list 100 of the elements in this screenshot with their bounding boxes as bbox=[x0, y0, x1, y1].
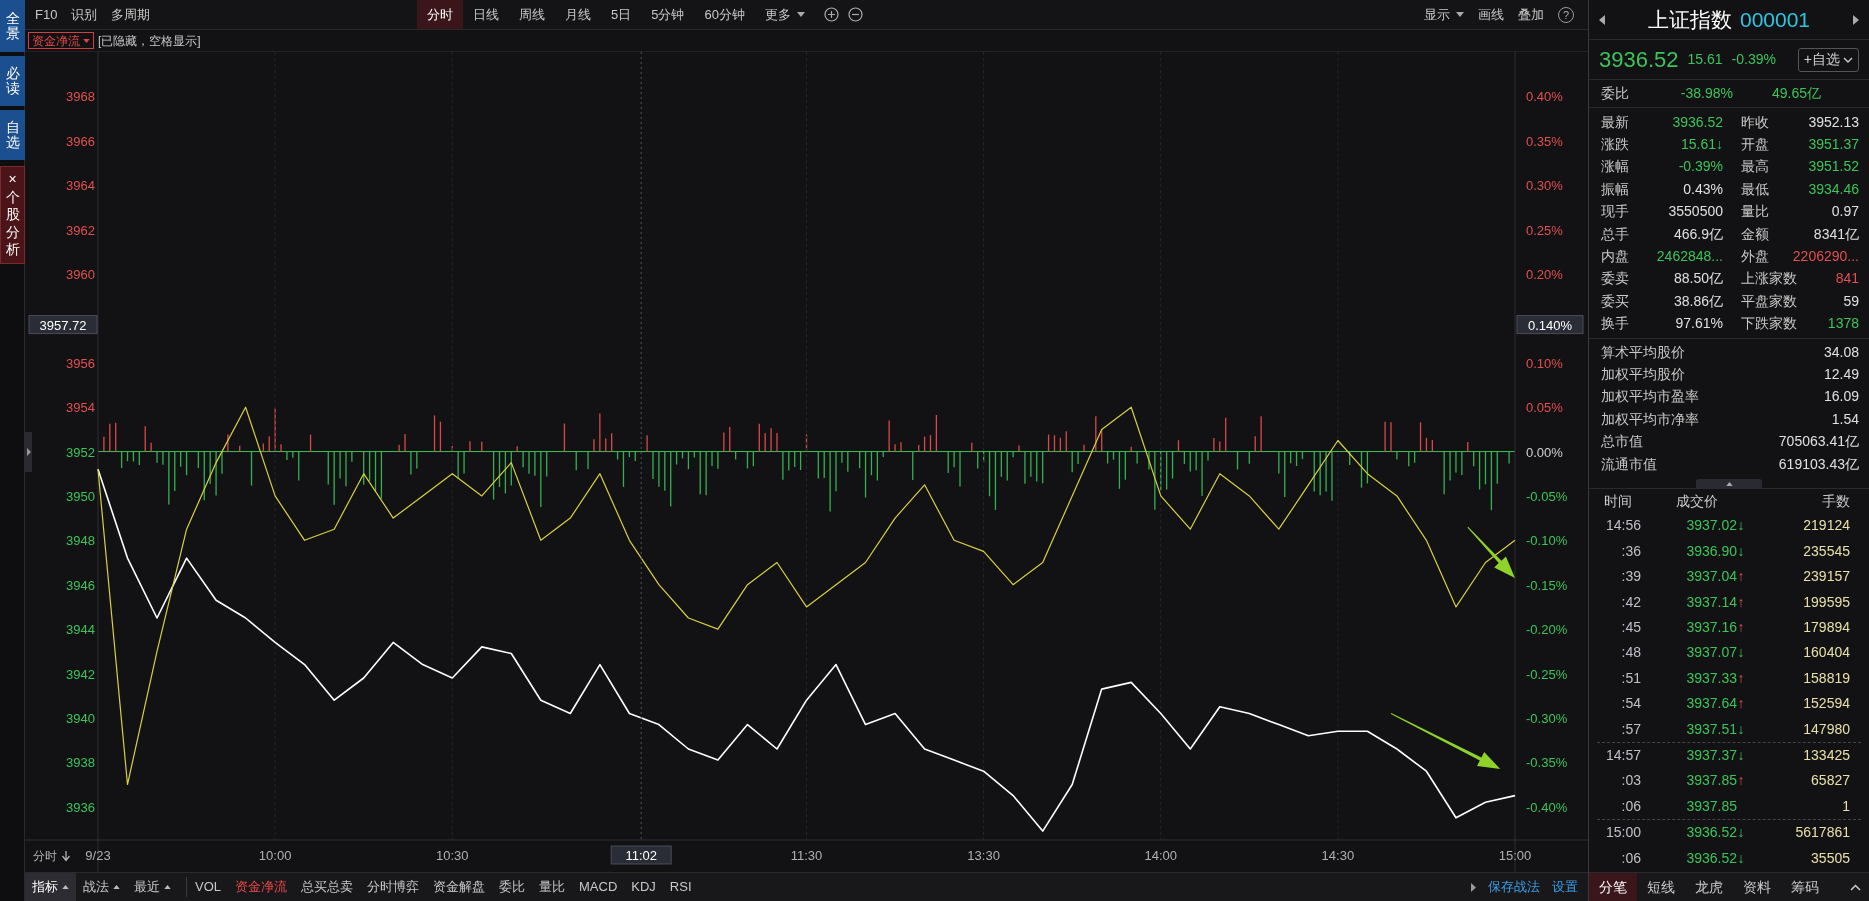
stat-value: 59 bbox=[1843, 291, 1859, 311]
column-header: 成交价 bbox=[1675, 491, 1719, 511]
period-tab[interactable]: 5分钟 bbox=[641, 0, 695, 29]
indicator-tab[interactable]: 资金净流 bbox=[235, 877, 287, 897]
axis-label: 3938 bbox=[66, 755, 95, 771]
period-tab[interactable]: 分时 bbox=[417, 0, 463, 29]
axis-label: 3936 bbox=[66, 799, 95, 815]
caret-right-icon[interactable] bbox=[1853, 14, 1859, 25]
stat-value: 97.61% bbox=[1675, 314, 1723, 334]
indicator-tab[interactable]: RSI bbox=[669, 877, 692, 897]
link[interactable]: 设置 bbox=[1552, 877, 1578, 897]
stat-value: 2206290... bbox=[1792, 247, 1859, 267]
panel-tab[interactable]: 资料 bbox=[1733, 873, 1781, 901]
sidebar-tab[interactable]: 必读 bbox=[0, 56, 25, 106]
period-tab[interactable]: 日线 bbox=[463, 0, 509, 29]
indicator-tab[interactable]: 资金解盘 bbox=[433, 877, 485, 897]
trade-price: 3937.04 bbox=[1686, 567, 1737, 587]
period-label: 分时 bbox=[33, 849, 57, 863]
indicator-tab[interactable]: KDJ bbox=[631, 877, 656, 897]
chevron-up-icon[interactable] bbox=[1850, 883, 1861, 891]
caret-left-icon[interactable] bbox=[1599, 14, 1605, 25]
toolbar-button[interactable]: F10 bbox=[35, 4, 58, 25]
indicator-tab[interactable]: 分时博弈 bbox=[367, 877, 419, 897]
toolbar-button[interactable]: 多周期 bbox=[111, 4, 151, 25]
axis-label: 3954 bbox=[66, 400, 95, 416]
stat-label: 换手 bbox=[1601, 314, 1629, 334]
sidebar-tab[interactable]: × 个股分析 bbox=[0, 166, 25, 264]
time-label: 11:30 bbox=[790, 848, 823, 863]
stat-label: 下跌家数 bbox=[1741, 314, 1797, 334]
axis-label: 0.20% bbox=[1526, 266, 1563, 282]
period-tab[interactable]: 周线 bbox=[509, 0, 555, 29]
indicator-tab[interactable]: 量比 bbox=[539, 877, 565, 897]
toolbar-button[interactable]: 识别 bbox=[71, 4, 98, 25]
menu-button[interactable]: 战法 bbox=[76, 873, 127, 901]
expand-handle[interactable] bbox=[25, 432, 32, 472]
toolbar-button[interactable]: 叠加 bbox=[1518, 4, 1544, 25]
trade-volume: 235545 bbox=[1802, 541, 1850, 561]
last-price: 3936.52 bbox=[1599, 46, 1679, 74]
stat-value: 3951.52 bbox=[1808, 157, 1859, 177]
stat-label: 开盘 bbox=[1741, 135, 1769, 155]
trade-volume: 160404 bbox=[1802, 643, 1850, 663]
stat-label: 外盘 bbox=[1741, 247, 1769, 267]
stat-value: 34.08 bbox=[1823, 342, 1859, 362]
axis-label: 3964 bbox=[66, 178, 95, 194]
stat-value: 619103.43亿 bbox=[1778, 454, 1859, 474]
panel-tab[interactable]: 短线 bbox=[1637, 873, 1685, 901]
stat-value: 0.97 bbox=[1831, 202, 1859, 222]
trade-price: 3937.37 bbox=[1686, 745, 1737, 765]
trend-arrow: ↑ bbox=[1737, 592, 1745, 612]
period-tab[interactable]: 60分钟 bbox=[694, 0, 755, 29]
stat-value: -38.98% bbox=[1679, 84, 1733, 103]
caret-up-icon bbox=[1725, 482, 1733, 487]
trade-price: 3937.14 bbox=[1686, 592, 1737, 612]
stat-value: 49.65亿 bbox=[1770, 84, 1821, 103]
period-tab[interactable]: 更多 bbox=[754, 0, 815, 29]
link[interactable]: 保存战法 bbox=[1488, 877, 1540, 897]
trade-price: 3937.85 bbox=[1686, 771, 1737, 791]
stat-label: 委比 bbox=[1601, 84, 1630, 103]
stat-label: 加权平均市净率 bbox=[1601, 409, 1699, 429]
period-tab[interactable]: 5日 bbox=[601, 0, 642, 29]
indicator-tab[interactable]: MACD bbox=[579, 877, 618, 897]
zoom-in-icon[interactable] bbox=[823, 7, 839, 22]
stat-value: 38.86亿 bbox=[1673, 291, 1723, 311]
zoom-out-icon[interactable] bbox=[847, 7, 863, 22]
indicator-dropdown[interactable]: 资金净流 bbox=[28, 32, 94, 49]
time-label: 15:00 bbox=[1498, 848, 1532, 863]
trade-price: 3937.02 bbox=[1686, 516, 1737, 536]
sidebar-tab[interactable]: 自选 bbox=[0, 110, 25, 160]
indicator-tab[interactable]: 委比 bbox=[499, 877, 525, 897]
indicator-tab[interactable]: VOL bbox=[195, 877, 221, 897]
watchlist-button[interactable]: +自选 bbox=[1797, 47, 1859, 72]
stat-label: 算术平均股价 bbox=[1601, 342, 1685, 362]
collapse-handle[interactable] bbox=[1696, 479, 1762, 490]
trade-time: :57 bbox=[1620, 719, 1641, 739]
trend-arrow: ↓ bbox=[1737, 719, 1745, 739]
toolbar-button[interactable]: 画线 bbox=[1478, 4, 1504, 25]
menu-button[interactable]: 指标 bbox=[25, 873, 76, 901]
trade-time: :06 bbox=[1620, 848, 1641, 868]
caret-up-icon bbox=[164, 885, 171, 889]
panel-tab[interactable]: 筹码 bbox=[1781, 873, 1829, 901]
stat-label: 昨收 bbox=[1741, 112, 1769, 132]
stat-label: 涨跌 bbox=[1601, 135, 1629, 155]
sidebar-tab[interactable]: 全景 bbox=[0, 0, 25, 52]
stat-label: 平盘家数 bbox=[1741, 291, 1797, 311]
stat-label: 内盘 bbox=[1601, 247, 1629, 267]
trade-price: 3937.64 bbox=[1686, 694, 1737, 714]
crosshair-percent-label: 0.140% bbox=[1516, 315, 1584, 335]
indicator-tab[interactable]: 总买总卖 bbox=[301, 877, 353, 897]
trade-time: :42 bbox=[1620, 592, 1641, 612]
trade-time: :51 bbox=[1620, 668, 1641, 688]
trade-time: :03 bbox=[1620, 771, 1641, 791]
time-label: 14:00 bbox=[1144, 848, 1177, 863]
caret-right-icon[interactable] bbox=[1471, 882, 1476, 892]
stat-value: 16.09 bbox=[1823, 387, 1859, 407]
period-tab[interactable]: 月线 bbox=[555, 0, 601, 29]
panel-tab[interactable]: 龙虎 bbox=[1685, 873, 1733, 901]
toolbar-button[interactable]: 显示 bbox=[1424, 4, 1464, 25]
panel-tab[interactable]: 分笔 bbox=[1589, 873, 1637, 901]
menu-button[interactable]: 最近 bbox=[127, 873, 178, 901]
hidden-note: [已隐藏，空格显示] bbox=[98, 32, 201, 50]
